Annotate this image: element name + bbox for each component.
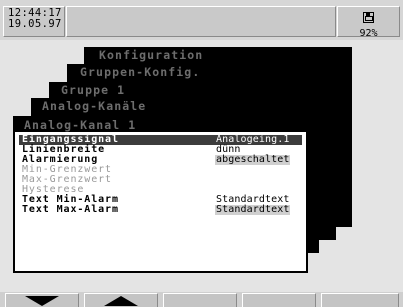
status-message-area — [66, 6, 336, 37]
window-title: Gruppe 1 — [61, 83, 126, 97]
softkey-bar — [0, 292, 403, 307]
menu-item-value: abgeschaltet — [215, 154, 291, 165]
clock: 12:44:17 19.05.97 — [8, 8, 62, 30]
softkey-down[interactable] — [5, 293, 79, 307]
menu-item-value: Standardtext — [215, 204, 291, 215]
softkey-5[interactable] — [321, 293, 399, 307]
menu-item-text-max-alarm[interactable]: Text Max-Alarm Standardtext — [19, 205, 302, 215]
disk-usage: 92% — [359, 28, 378, 39]
clock-panel: 12:44:17 19.05.97 — [3, 6, 65, 37]
menu-item-label: Text Max-Alarm — [22, 204, 119, 215]
arrow-up-icon — [104, 296, 138, 306]
window-analog-kanal-1[interactable]: Analog-Kanal 1 Eingangssignal Analogeing… — [13, 116, 308, 273]
softkey-up[interactable] — [84, 293, 158, 307]
arrow-down-icon — [25, 296, 59, 306]
status-bar: 12:44:17 19.05.97 92% — [0, 0, 403, 40]
device-screen: 12:44:17 19.05.97 92% Konfiguration Grup… — [0, 0, 403, 307]
floppy-disk-icon — [363, 12, 374, 23]
disk-status: 92% — [345, 8, 392, 39]
softkey-3[interactable] — [163, 293, 237, 307]
window-title: Analog-Kanäle — [42, 99, 147, 113]
window-title: Analog-Kanal 1 — [15, 118, 306, 132]
window-title: Konfiguration — [99, 48, 204, 62]
settings-list: Eingangssignal Analogeing.1 Linienbreite… — [19, 135, 302, 215]
disk-panel: 92% — [337, 6, 400, 39]
softkey-4[interactable] — [242, 293, 316, 307]
date-display: 19.05.97 — [8, 18, 62, 30]
window-title: Gruppen-Konfig. — [80, 65, 201, 79]
